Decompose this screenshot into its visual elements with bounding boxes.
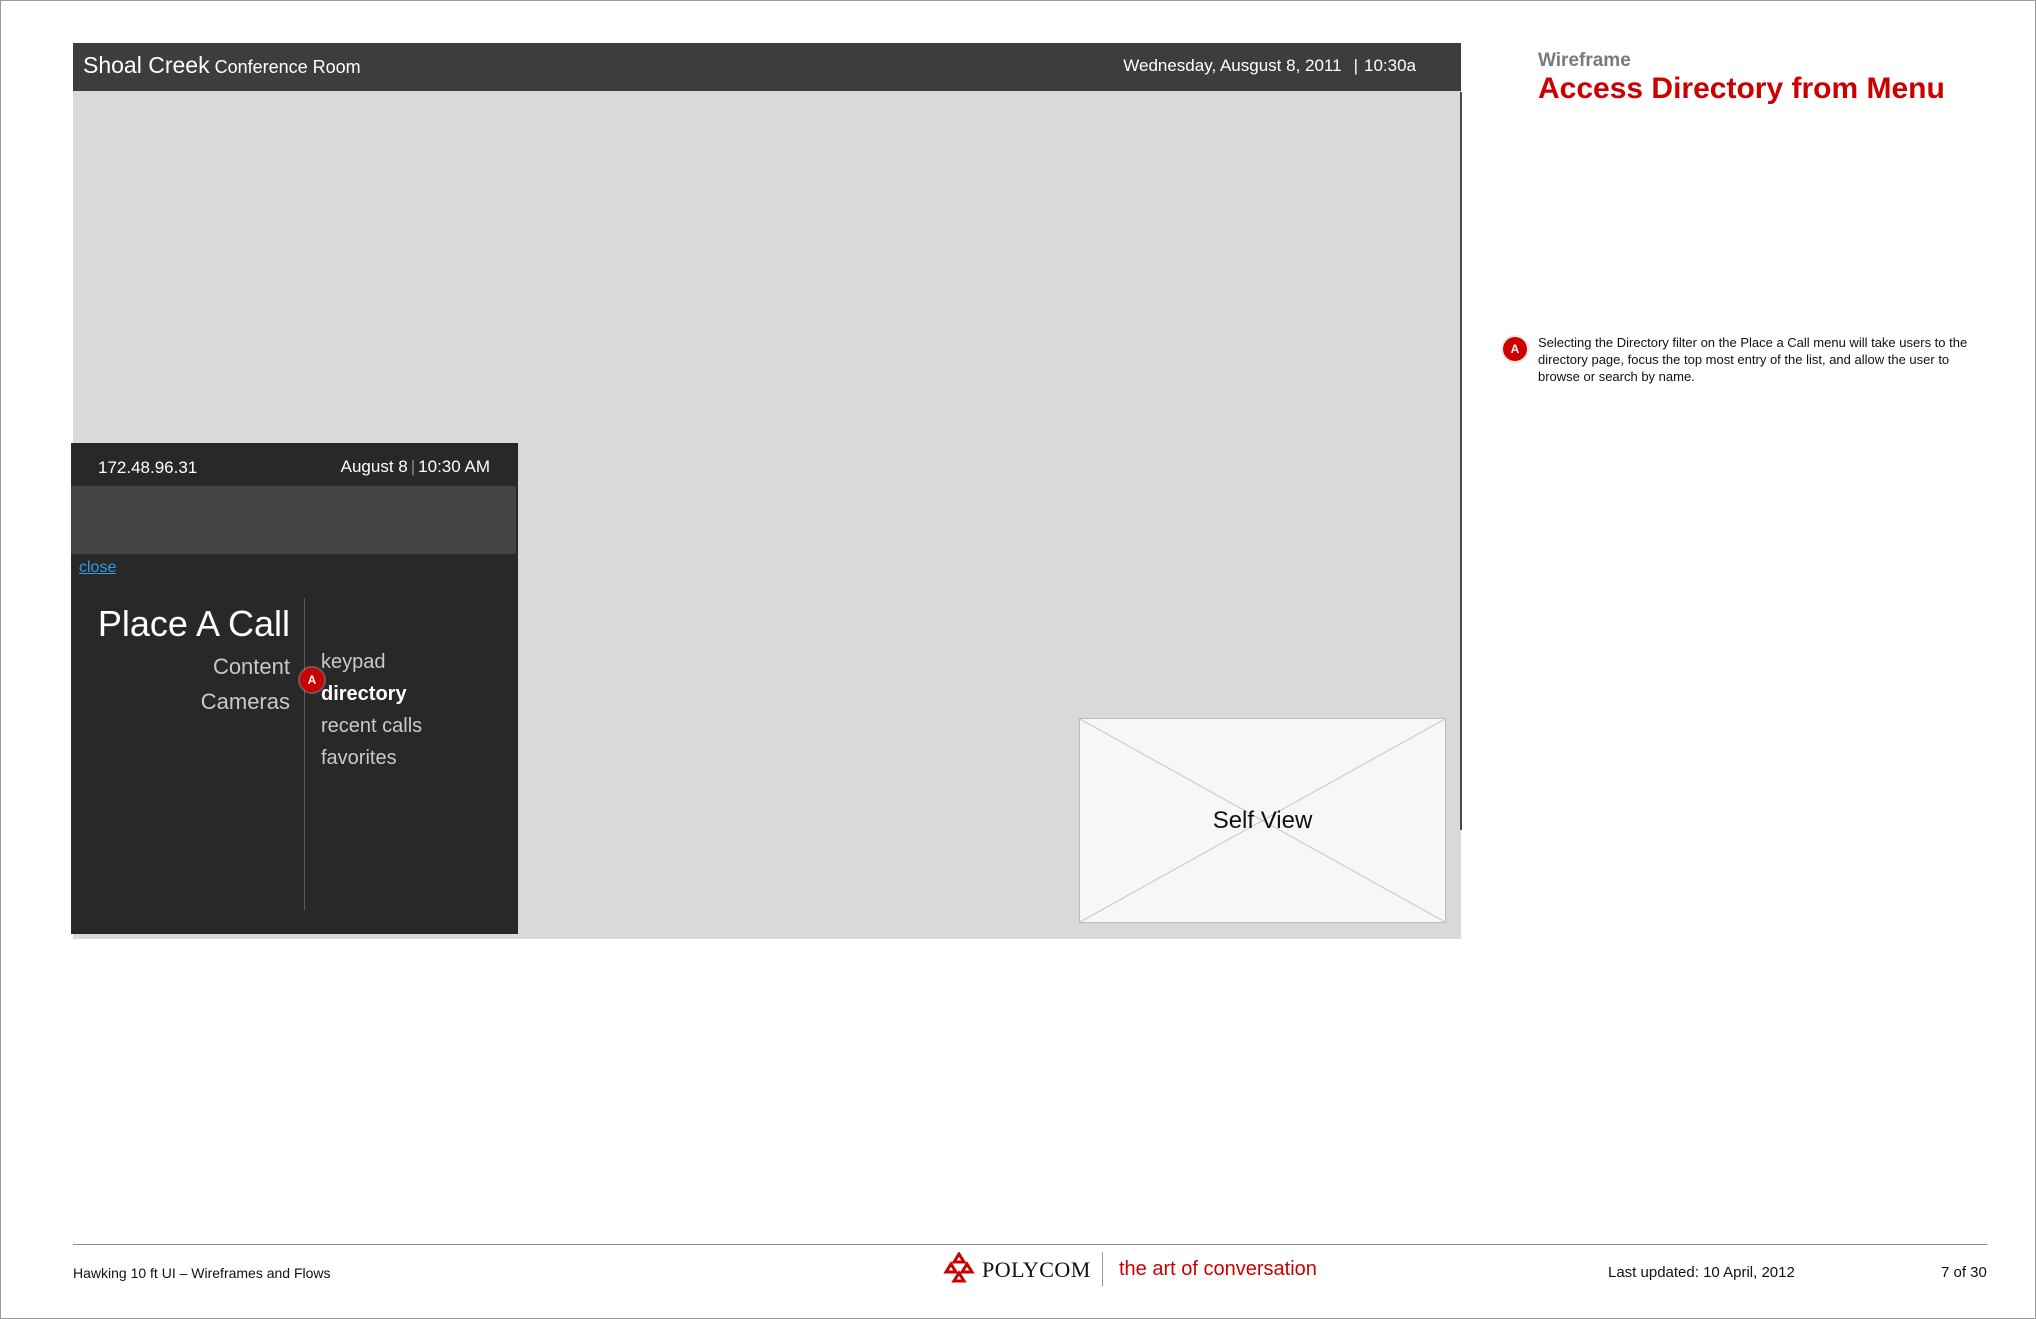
footer-rule <box>73 1244 1987 1245</box>
footer-doc-title: Hawking 10 ft UI – Wireframes and Flows <box>73 1265 331 1281</box>
self-view: Self View <box>1079 718 1446 923</box>
menu-title: Place A Call <box>97 603 290 644</box>
wireframe-title: Access Directory from Menu <box>1538 72 1945 105</box>
footer-last-updated: Last updated: 10 April, 2012 <box>1608 1264 1795 1281</box>
room-name: Shoal Creek <box>83 52 210 78</box>
menu-category-cameras[interactable]: Cameras <box>201 689 290 715</box>
polycom-logo-icon <box>943 1252 975 1283</box>
menu-datetime-separator: | <box>410 457 416 476</box>
menu-header-band <box>71 486 516 554</box>
ip-address: 172.48.96.31 <box>98 458 198 477</box>
close-link[interactable]: close <box>79 559 116 577</box>
footer-page-number: 7 of 30 <box>1941 1264 1987 1281</box>
place-call-menu: 172.48.96.31 August 8 | 10:30 AM close Pla… <box>71 443 518 934</box>
brand-wordmark: POLYCOM <box>982 1257 1091 1282</box>
menu-status-bar: 172.48.96.31 August 8 | 10:30 AM <box>71 443 518 486</box>
wireframe-label: Wireframe <box>1538 50 1631 71</box>
tv-date: Wednesday, Ausgust 8, 2011 <box>1123 56 1342 75</box>
logo-separator <box>1102 1252 1103 1286</box>
room-suffix: Conference Room <box>214 57 361 77</box>
brand-tagline: the art of conversation <box>1119 1258 1317 1280</box>
tv-header-bar: Shoal Creek Conference Room Wednesday, Au… <box>73 43 1461 91</box>
menu-option-favorites[interactable]: favorites <box>321 747 397 770</box>
tv-datetime: Wednesday, Ausgust 8, 2011 | 10:30a <box>1123 56 1416 76</box>
note-marker-a: A <box>1501 335 1529 363</box>
room-title: Shoal Creek Conference Room <box>83 52 361 79</box>
menu-option-keypad[interactable]: keypad <box>321 651 386 674</box>
tv-datetime-separator: | <box>1353 56 1358 75</box>
tv-time: 10:30a <box>1364 56 1416 75</box>
menu-option-directory[interactable]: directory <box>321 683 407 706</box>
tv-screen-edge <box>1460 92 1462 830</box>
menu-divider <box>304 598 305 910</box>
menu-category-content[interactable]: Content <box>213 654 290 680</box>
menu-date: August 8 <box>340 457 408 476</box>
menu-option-recent-calls[interactable]: recent calls <box>321 715 422 738</box>
self-view-label: Self View <box>1212 807 1313 834</box>
menu-time: 10:30 AM <box>418 457 490 476</box>
menu-datetime: August 8 | 10:30 AM <box>341 457 490 477</box>
note-text-a: Selecting the Directory filter on the Pl… <box>1538 335 1968 384</box>
